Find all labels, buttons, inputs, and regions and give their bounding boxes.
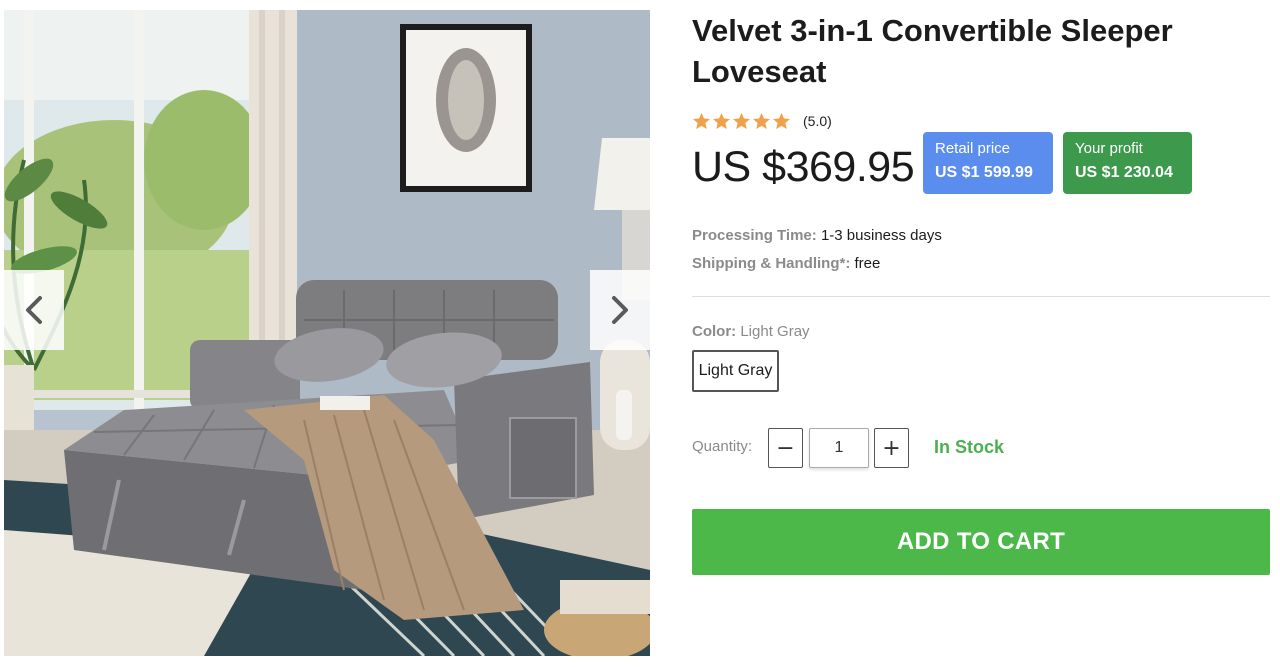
retail-price-badge: Retail price US $1 599.99	[923, 132, 1053, 194]
processing-time-label: Processing Time:	[692, 227, 817, 244]
rating-stars	[692, 112, 791, 130]
shipping-value: free	[854, 255, 881, 272]
gallery-prev-button[interactable]	[4, 270, 64, 350]
retail-price-label: Retail price	[935, 140, 1011, 157]
divider	[692, 296, 1270, 297]
product-image-gallery	[4, 10, 650, 656]
rating-score: (5.0)	[803, 113, 832, 129]
processing-time-value: 1-3 business days	[820, 227, 942, 244]
add-to-cart-button[interactable]: ADD TO CART	[692, 509, 1270, 575]
product-price: US $369.95	[692, 143, 915, 191]
gallery-next-button[interactable]	[590, 270, 650, 350]
stock-status: In Stock	[934, 437, 1005, 457]
product-rating[interactable]: (5.0)	[692, 112, 832, 130]
shipping-handling: Shipping & Handling*: free	[692, 255, 880, 272]
product-photo	[4, 10, 650, 656]
chevron-right-icon	[612, 296, 628, 324]
color-label: Color:	[692, 323, 737, 340]
profit-value: US $1 230.04	[1075, 164, 1173, 181]
product-title: Velvet 3-in-1 Convertible Sleeper Lovese…	[692, 13, 1173, 89]
star-icon	[752, 112, 771, 130]
quantity-input[interactable]	[809, 428, 869, 468]
star-icon	[712, 112, 731, 130]
processing-time: Processing Time: 1-3 business days	[692, 227, 942, 244]
profit-label: Your profit	[1075, 140, 1143, 157]
quantity-increase-button[interactable]: +	[874, 428, 909, 468]
shipping-label: Shipping & Handling*:	[692, 255, 851, 272]
profit-badge: Your profit US $1 230.04	[1063, 132, 1192, 194]
star-icon	[692, 112, 711, 130]
quantity-label: Quantity:	[692, 438, 753, 455]
color-option-light-gray[interactable]: Light Gray	[692, 350, 779, 392]
quantity-decrease-button[interactable]: −	[768, 428, 803, 468]
star-icon	[732, 112, 751, 130]
retail-price-value: US $1 599.99	[935, 164, 1033, 181]
color-value: Light Gray	[740, 323, 810, 340]
chevron-left-icon	[26, 296, 42, 324]
color-selection: Color: Light Gray	[692, 323, 810, 340]
star-icon	[772, 112, 791, 130]
